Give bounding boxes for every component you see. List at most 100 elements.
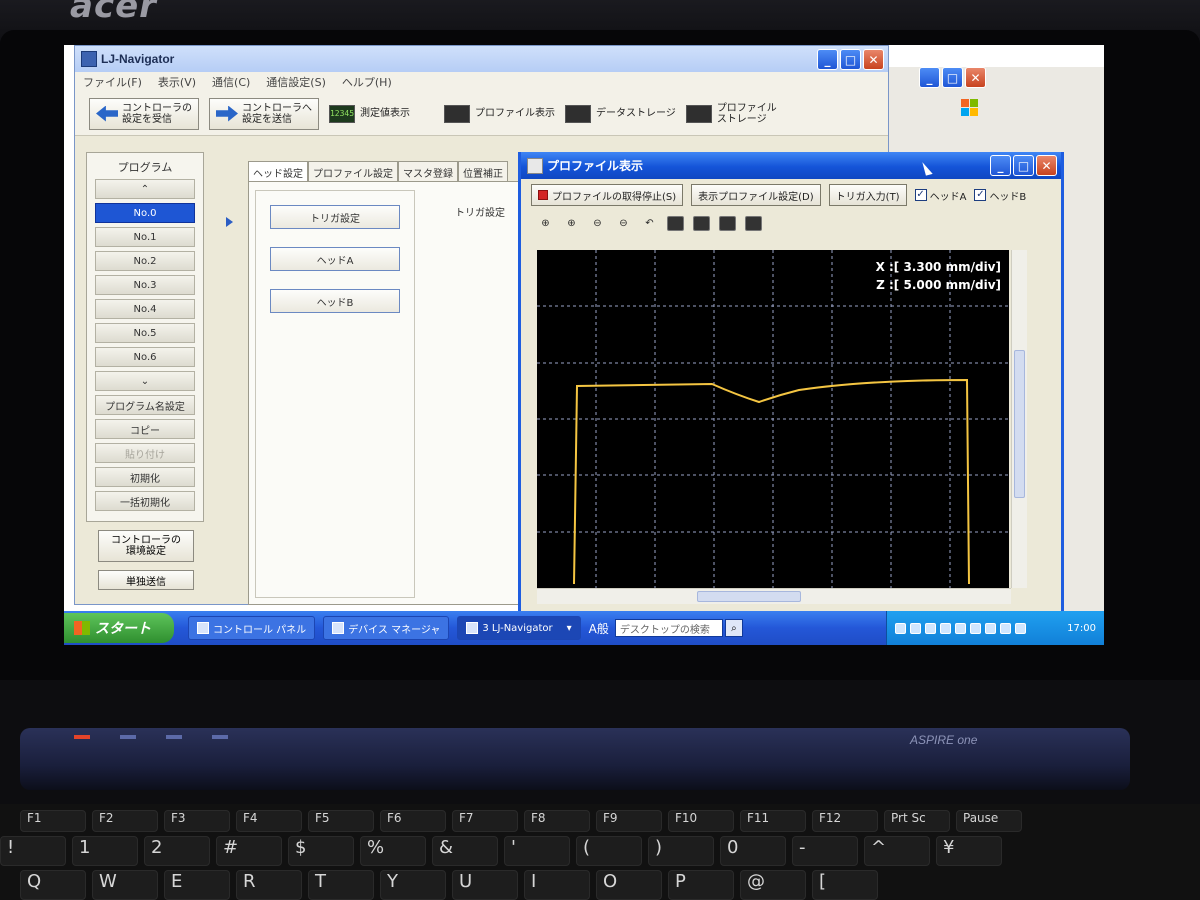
zoom-in-icon[interactable]: ⊕ [537,216,554,231]
menu-file[interactable]: ファイル(F) [83,74,142,90]
display-profile-settings-button[interactable]: 表示プロファイル設定(D) [691,184,821,206]
maximize-icon[interactable]: □ [1013,155,1034,176]
program-item[interactable]: No.3 [95,275,195,295]
minimize-icon[interactable]: _ [817,49,838,70]
tray-icon[interactable] [925,622,936,634]
minimize-icon[interactable]: _ [990,155,1011,176]
background-window-controls[interactable]: _ □ ✕ [919,67,989,91]
controller-environment-button[interactable]: コントローラの 環境設定 [98,530,194,562]
keyboard-key: ) [648,836,714,866]
receive-settings-button[interactable]: コントローラの 設定を受信 [89,97,199,130]
menu-view[interactable]: 表示(V) [158,74,196,90]
trigger-input-button[interactable]: トリガ入力(T) [828,184,907,206]
profile-plot[interactable]: X :[ 3.300 mm/div] Z :[ 5.000 mm/div] [537,250,1009,588]
window-controls: _ □ ✕ [817,49,884,70]
horizontal-scrollbar[interactable] [537,588,1011,604]
head-b-checkbox[interactable]: ✓ ヘッドB [974,188,1026,203]
display-grid-icon[interactable] [693,215,710,231]
paste-button[interactable]: 貼り付け [95,443,195,463]
minimize-icon[interactable]: _ [919,67,940,88]
menu-comm-settings[interactable]: 通信設定(S) [266,74,326,90]
tab-profile-settings[interactable]: プロファイル設定 [308,161,398,181]
arrow-left-icon [96,105,118,122]
tray-icon[interactable] [910,622,921,634]
scrollbar-thumb[interactable] [697,591,801,602]
app-icon [81,51,97,67]
tray-icon[interactable] [985,622,996,634]
program-item[interactable]: No.0 [95,203,195,223]
program-item[interactable]: No.6 [95,347,195,367]
keyboard-key: Prt Sc [884,810,950,832]
close-icon[interactable]: ✕ [965,67,986,88]
head-b-button[interactable]: ヘッドB [270,289,400,313]
close-icon[interactable]: ✕ [1036,155,1057,176]
tray-icon[interactable] [895,622,906,634]
program-item[interactable]: No.5 [95,323,195,343]
keyboard-key: 2 [144,836,210,866]
start-button[interactable]: スタート [64,613,174,643]
taskbar-item-control-panel[interactable]: コントロール パネル [188,616,316,640]
copy-button[interactable]: コピー [95,419,195,439]
program-rename-button[interactable]: プログラム名設定 [95,395,195,415]
zoom-out-x-icon[interactable]: ⊖ [615,216,632,231]
stop-acquisition-button[interactable]: プロファイルの取得停止(S) [531,184,684,206]
close-icon[interactable]: ✕ [863,49,884,70]
taskbar: スタート コントロール パネル デバイス マネージャ 3 LJ-Navigato… [64,611,1104,645]
keyboard-key: F7 [452,810,518,832]
desktop-search-input[interactable]: デスクトップの検索 [614,619,723,637]
main-titlebar[interactable]: LJ-Navigator _ □ ✕ [75,46,888,72]
measurement-display-button[interactable]: 12345 測定値表示 [329,104,410,123]
keyboard-key: # [216,836,282,866]
zoom-x-icon[interactable]: ⊕ [563,216,580,231]
keyboard-key: 0 [720,836,786,866]
program-scroll-down-button[interactable]: ⌄ [95,371,195,391]
taskbar-item-lj-navigator[interactable]: 3 LJ-Navigator ▾ [457,616,581,640]
tab-row: ヘッド設定 プロファイル設定 マスタ登録 位置補正 [248,161,548,181]
profile-storage-button[interactable]: プロファイル ストレージ [685,103,777,125]
tray-icon[interactable] [1000,622,1011,634]
tray-icon[interactable] [1015,622,1026,634]
measurement-icon: 12345 [329,104,355,123]
search-icon[interactable]: ⌕ [724,619,743,637]
undo-icon[interactable]: ↶ [641,216,658,231]
display-overlay-icon[interactable] [719,215,736,231]
scrollbar-thumb[interactable] [1014,350,1025,498]
menu-communication[interactable]: 通信(C) [212,74,250,90]
keyboard-key: % [360,836,426,866]
keyboard-key: F12 [812,810,878,832]
tray-icon[interactable] [970,622,981,634]
maximize-icon[interactable]: □ [840,49,861,70]
zoom-out-icon[interactable]: ⊖ [589,216,606,231]
keyboard-key: [ [812,870,878,900]
q-key-row: Q W E R T Y U I O P @[ [20,870,878,900]
taskbar-item-device-manager[interactable]: デバイス マネージャ [323,616,450,640]
single-send-button[interactable]: 単独送信 [98,570,194,590]
program-scroll-up-button[interactable]: ⌃ [95,179,195,199]
language-indicator[interactable]: A般 [589,620,609,637]
tab-master-register[interactable]: マスタ登録 [398,161,458,181]
display-color-icon[interactable] [745,215,762,231]
model-name: ASPIRE one [910,733,978,747]
trigger-settings-button[interactable]: トリガ設定 [270,205,400,229]
tab-head-settings[interactable]: ヘッド設定 [248,161,308,181]
initialize-button[interactable]: 初期化 [95,467,195,487]
head-a-checkbox[interactable]: ✓ ヘッドA [914,188,966,203]
program-item[interactable]: No.2 [95,251,195,271]
data-storage-button[interactable]: データストレージ [565,104,676,123]
initialize-all-button[interactable]: 一括初期化 [95,491,195,511]
head-a-button[interactable]: ヘッドA [270,247,400,271]
maximize-icon[interactable]: □ [942,67,963,88]
tab-position-correction[interactable]: 位置補正 [458,161,508,181]
vertical-scrollbar[interactable] [1011,250,1027,588]
profile-titlebar[interactable]: プロファイル表示 _ □ ✕ [521,152,1061,179]
program-item[interactable]: No.1 [95,227,195,247]
send-settings-button[interactable]: コントローラへ 設定を送信 [209,97,319,130]
tray-icon[interactable] [940,622,951,634]
menu-help[interactable]: ヘルプ(H) [342,74,392,90]
tray-icon[interactable] [955,622,966,634]
display-mode-icon[interactable] [667,215,684,231]
status-led [120,735,136,739]
program-item[interactable]: No.4 [95,299,195,319]
profile-display-button[interactable]: プロファイル表示 [444,104,555,123]
keyboard-key: W [92,870,158,900]
